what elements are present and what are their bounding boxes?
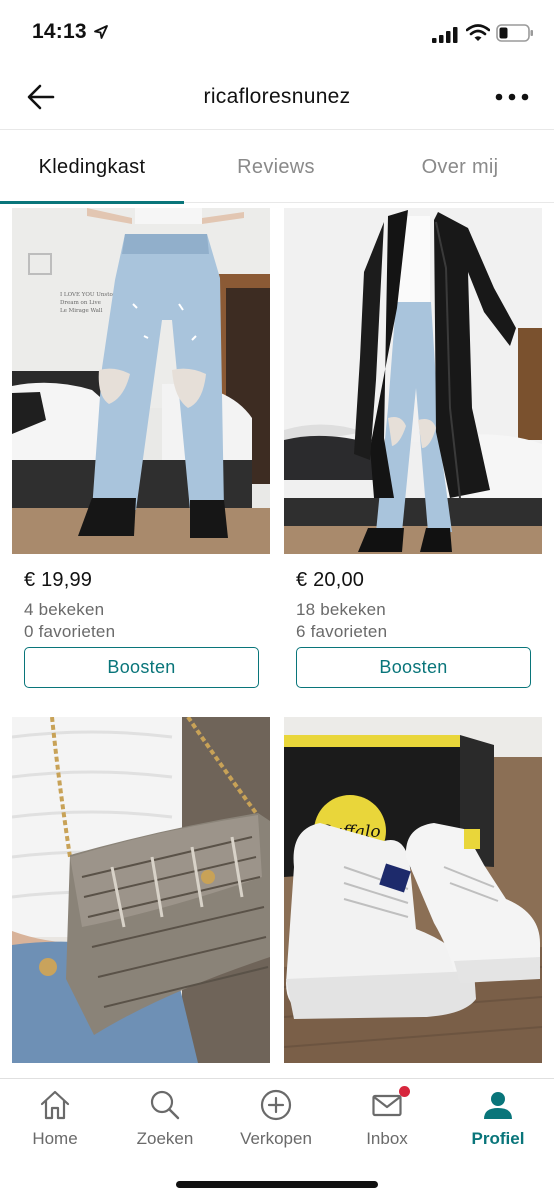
tab-over-mij[interactable]: Over mij [368,131,552,203]
home-icon [40,1090,70,1120]
profile-tabs: Kledingkast Reviews Over mij [0,131,554,204]
plus-circle-icon [260,1089,292,1121]
item-views: 4 bekeken [24,600,105,619]
nav-inbox[interactable]: Inbox [332,1079,442,1159]
item-favorites: 6 favorieten [296,622,388,641]
active-tab-indicator [0,201,184,204]
nav-profile[interactable]: Profiel [443,1079,553,1159]
status-time: 14:13 [32,20,87,43]
profile-header: ricafloresnunez [0,64,554,130]
item-price: € 19,99 [24,569,93,591]
tab-label: Over mij [421,155,499,178]
svg-text:Dream on Live: Dream on Live [60,300,101,306]
nav-label: Profiel [471,1129,525,1148]
profile-icon [484,1092,512,1119]
search-icon [150,1090,180,1120]
tab-label: Reviews [237,155,315,178]
battery-icon [496,24,533,42]
nav-label: Inbox [366,1129,408,1148]
item-price: € 20,00 [296,569,365,591]
location-arrow-icon [94,25,108,39]
signal-icon [432,27,458,43]
item-favorites: 0 favorieten [24,622,116,641]
notification-badge [399,1086,410,1097]
ripped-jeans-photo[interactable]: I LOVE YOU Unstoppable Dream on Live Le … [12,208,270,554]
nav-label: Home [32,1129,78,1148]
nav-sell[interactable]: Verkopen [221,1079,331,1159]
more-horizontal-icon[interactable] [494,90,530,104]
nav-home[interactable]: Home [0,1079,110,1159]
boost-button[interactable]: Boosten [24,647,259,688]
nav-label: Verkopen [240,1129,312,1148]
snakeskin-bag-photo[interactable] [12,717,270,1063]
tab-reviews[interactable]: Reviews [184,131,368,203]
tab-kledingkast[interactable]: Kledingkast [0,131,184,204]
nav-label: Zoeken [136,1129,194,1148]
wifi-icon [466,24,490,41]
nav-search[interactable]: Zoeken [110,1079,220,1159]
white-boots-photo[interactable]: Buffalo [284,717,542,1063]
status-bar: 14:13 [0,0,554,64]
leather-coat-jeans-photo[interactable] [284,208,542,554]
tab-label: Kledingkast [38,155,146,178]
home-indicator [176,1181,378,1188]
mail-icon [372,1094,402,1117]
boost-button[interactable]: Boosten [296,647,531,688]
svg-text:Le Mirage Wall: Le Mirage Wall [60,308,103,314]
item-views: 18 bekeken [296,600,386,619]
page-title: ricafloresnunez [203,85,351,108]
